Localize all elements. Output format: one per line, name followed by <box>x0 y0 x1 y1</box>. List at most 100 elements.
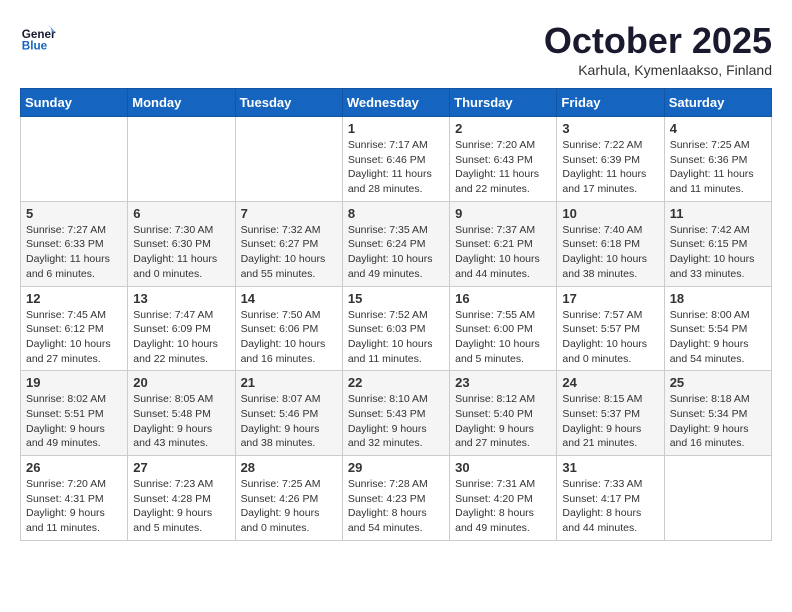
day-number: 9 <box>455 206 551 221</box>
calendar-cell: 3 Sunrise: 7:22 AM Sunset: 6:39 PM Daylig… <box>557 117 664 202</box>
month-title: October 2025 <box>544 20 772 62</box>
weekday-header: Monday <box>128 89 235 117</box>
calendar-cell: 22 Sunrise: 8:10 AM Sunset: 5:43 PM Dayli… <box>342 371 449 456</box>
day-number: 26 <box>26 460 122 475</box>
day-number: 27 <box>133 460 229 475</box>
day-info: Sunrise: 8:18 AM Sunset: 5:34 PM Dayligh… <box>670 392 766 451</box>
day-number: 20 <box>133 375 229 390</box>
day-info: Sunrise: 7:17 AM Sunset: 6:46 PM Dayligh… <box>348 138 444 197</box>
day-info: Sunrise: 7:35 AM Sunset: 6:24 PM Dayligh… <box>348 223 444 282</box>
day-number: 13 <box>133 291 229 306</box>
calendar-week-row: 19 Sunrise: 8:02 AM Sunset: 5:51 PM Dayli… <box>21 371 772 456</box>
calendar-cell: 29Sunrise: 7:28 AM Sunset: 4:23 PM Dayli… <box>342 456 449 541</box>
day-number: 28 <box>241 460 337 475</box>
calendar-cell: 4 Sunrise: 7:25 AM Sunset: 6:36 PM Daylig… <box>664 117 771 202</box>
day-number: 2 <box>455 121 551 136</box>
calendar-cell: 19 Sunrise: 8:02 AM Sunset: 5:51 PM Dayli… <box>21 371 128 456</box>
day-info: Sunrise: 7:57 AM Sunset: 5:57 PM Dayligh… <box>562 308 658 367</box>
calendar-cell <box>664 456 771 541</box>
day-info: Sunrise: 7:50 AM Sunset: 6:06 PM Dayligh… <box>241 308 337 367</box>
calendar-cell: 24Sunrise: 8:15 AM Sunset: 5:37 PM Dayli… <box>557 371 664 456</box>
day-info: Sunrise: 7:30 AM Sunset: 6:30 PM Dayligh… <box>133 223 229 282</box>
day-info: Sunrise: 7:45 AM Sunset: 6:12 PM Dayligh… <box>26 308 122 367</box>
weekday-header: Sunday <box>21 89 128 117</box>
day-number: 12 <box>26 291 122 306</box>
day-info: Sunrise: 8:07 AM Sunset: 5:46 PM Dayligh… <box>241 392 337 451</box>
day-info: Sunrise: 7:47 AM Sunset: 6:09 PM Dayligh… <box>133 308 229 367</box>
day-number: 16 <box>455 291 551 306</box>
day-info: Sunrise: 8:15 AM Sunset: 5:37 PM Dayligh… <box>562 392 658 451</box>
day-number: 21 <box>241 375 337 390</box>
calendar-week-row: 5 Sunrise: 7:27 AM Sunset: 6:33 PM Daylig… <box>21 201 772 286</box>
day-number: 14 <box>241 291 337 306</box>
day-info: Sunrise: 7:55 AM Sunset: 6:00 PM Dayligh… <box>455 308 551 367</box>
calendar-cell: 11 Sunrise: 7:42 AM Sunset: 6:15 PM Dayli… <box>664 201 771 286</box>
calendar-cell: 13 Sunrise: 7:47 AM Sunset: 6:09 PM Dayli… <box>128 286 235 371</box>
day-info: Sunrise: 7:37 AM Sunset: 6:21 PM Dayligh… <box>455 223 551 282</box>
day-number: 1 <box>348 121 444 136</box>
calendar-cell: 30Sunrise: 7:31 AM Sunset: 4:20 PM Dayli… <box>450 456 557 541</box>
calendar-cell: 8 Sunrise: 7:35 AM Sunset: 6:24 PM Daylig… <box>342 201 449 286</box>
day-info: Sunrise: 7:23 AM Sunset: 4:28 PM Dayligh… <box>133 477 229 536</box>
day-info: Sunrise: 7:20 AM Sunset: 4:31 PM Dayligh… <box>26 477 122 536</box>
day-info: Sunrise: 8:10 AM Sunset: 5:43 PM Dayligh… <box>348 392 444 451</box>
calendar-cell: 27 Sunrise: 7:23 AM Sunset: 4:28 PM Dayli… <box>128 456 235 541</box>
day-info: Sunrise: 7:31 AM Sunset: 4:20 PM Dayligh… <box>455 477 551 536</box>
day-number: 29 <box>348 460 444 475</box>
day-number: 22 <box>348 375 444 390</box>
calendar-table: SundayMondayTuesdayWednesdayThursdayFrid… <box>20 88 772 541</box>
day-number: 19 <box>26 375 122 390</box>
calendar-cell: 2Sunrise: 7:20 AM Sunset: 6:43 PM Daylig… <box>450 117 557 202</box>
calendar-cell: 20 Sunrise: 8:05 AM Sunset: 5:48 PM Dayli… <box>128 371 235 456</box>
calendar-cell: 7Sunrise: 7:32 AM Sunset: 6:27 PM Daylig… <box>235 201 342 286</box>
calendar-cell: 15Sunrise: 7:52 AM Sunset: 6:03 PM Dayli… <box>342 286 449 371</box>
day-number: 3 <box>562 121 658 136</box>
day-number: 17 <box>562 291 658 306</box>
calendar-cell: 21 Sunrise: 8:07 AM Sunset: 5:46 PM Dayli… <box>235 371 342 456</box>
calendar-cell <box>21 117 128 202</box>
day-info: Sunrise: 7:25 AM Sunset: 4:26 PM Dayligh… <box>241 477 337 536</box>
calendar-cell: 10 Sunrise: 7:40 AM Sunset: 6:18 PM Dayli… <box>557 201 664 286</box>
weekday-header: Tuesday <box>235 89 342 117</box>
calendar-header-row: SundayMondayTuesdayWednesdayThursdayFrid… <box>21 89 772 117</box>
day-number: 5 <box>26 206 122 221</box>
day-number: 7 <box>241 206 337 221</box>
day-info: Sunrise: 8:00 AM Sunset: 5:54 PM Dayligh… <box>670 308 766 367</box>
day-info: Sunrise: 8:05 AM Sunset: 5:48 PM Dayligh… <box>133 392 229 451</box>
day-number: 10 <box>562 206 658 221</box>
calendar-cell: 5 Sunrise: 7:27 AM Sunset: 6:33 PM Daylig… <box>21 201 128 286</box>
day-number: 11 <box>670 206 766 221</box>
calendar-week-row: 26 Sunrise: 7:20 AM Sunset: 4:31 PM Dayli… <box>21 456 772 541</box>
calendar-cell: 28 Sunrise: 7:25 AM Sunset: 4:26 PM Dayli… <box>235 456 342 541</box>
calendar-cell: 16 Sunrise: 7:55 AM Sunset: 6:00 PM Dayli… <box>450 286 557 371</box>
calendar-cell <box>128 117 235 202</box>
day-number: 6 <box>133 206 229 221</box>
svg-text:Blue: Blue <box>22 40 48 53</box>
day-info: Sunrise: 7:33 AM Sunset: 4:17 PM Dayligh… <box>562 477 658 536</box>
page-header: General Blue October 2025 Karhula, Kymen… <box>20 20 772 78</box>
calendar-cell: 26 Sunrise: 7:20 AM Sunset: 4:31 PM Dayli… <box>21 456 128 541</box>
day-info: Sunrise: 8:02 AM Sunset: 5:51 PM Dayligh… <box>26 392 122 451</box>
day-info: Sunrise: 7:42 AM Sunset: 6:15 PM Dayligh… <box>670 223 766 282</box>
day-number: 31 <box>562 460 658 475</box>
day-info: Sunrise: 7:22 AM Sunset: 6:39 PM Dayligh… <box>562 138 658 197</box>
logo: General Blue <box>20 20 56 56</box>
day-number: 8 <box>348 206 444 221</box>
day-number: 4 <box>670 121 766 136</box>
calendar-week-row: 12 Sunrise: 7:45 AM Sunset: 6:12 PM Dayli… <box>21 286 772 371</box>
calendar-cell <box>235 117 342 202</box>
day-number: 23 <box>455 375 551 390</box>
weekday-header: Thursday <box>450 89 557 117</box>
calendar-week-row: 1 Sunrise: 7:17 AM Sunset: 6:46 PM Daylig… <box>21 117 772 202</box>
calendar-cell: 25Sunrise: 8:18 AM Sunset: 5:34 PM Dayli… <box>664 371 771 456</box>
calendar-cell: 6 Sunrise: 7:30 AM Sunset: 6:30 PM Daylig… <box>128 201 235 286</box>
calendar-cell: 31 Sunrise: 7:33 AM Sunset: 4:17 PM Dayli… <box>557 456 664 541</box>
weekday-header: Wednesday <box>342 89 449 117</box>
day-info: Sunrise: 7:40 AM Sunset: 6:18 PM Dayligh… <box>562 223 658 282</box>
day-number: 18 <box>670 291 766 306</box>
day-info: Sunrise: 7:27 AM Sunset: 6:33 PM Dayligh… <box>26 223 122 282</box>
day-info: Sunrise: 7:25 AM Sunset: 6:36 PM Dayligh… <box>670 138 766 197</box>
calendar-cell: 1 Sunrise: 7:17 AM Sunset: 6:46 PM Daylig… <box>342 117 449 202</box>
day-info: Sunrise: 7:52 AM Sunset: 6:03 PM Dayligh… <box>348 308 444 367</box>
calendar-cell: 9 Sunrise: 7:37 AM Sunset: 6:21 PM Daylig… <box>450 201 557 286</box>
